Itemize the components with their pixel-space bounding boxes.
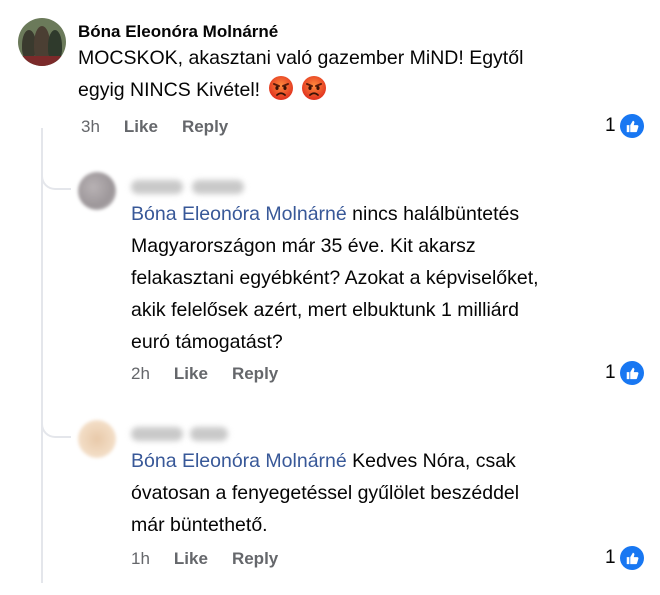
comment-actions: 2h Like Reply: [131, 364, 278, 384]
comment-line: már büntethető.: [131, 514, 268, 536]
reaction-count: 1: [605, 547, 616, 568]
thread-line: [41, 128, 43, 583]
comment-line: egyig NINCS Kivétel!: [78, 74, 638, 106]
thread-branch: [41, 416, 71, 438]
comment-line: euró támogatást?: [131, 331, 283, 353]
mention-link[interactable]: Bóna Eleonóra Molnárné: [131, 203, 347, 225]
reply-button[interactable]: Reply: [232, 549, 278, 569]
comment-line-text: nincs halálbüntetés: [346, 203, 520, 225]
comment-line: akik felelősek azért, mert elbuktunk 1 m…: [131, 299, 519, 321]
comment-body: Bóna Eleonóra Molnárné Kedves Nóra, csak…: [131, 445, 641, 541]
thread-branch: [41, 168, 71, 190]
avatar[interactable]: [78, 420, 116, 458]
comment-timestamp[interactable]: 2h: [131, 364, 150, 384]
comment-line: óvatosan a fenyegetéssel gyűlölet beszéd…: [131, 482, 520, 504]
reply-button[interactable]: Reply: [182, 117, 228, 137]
reaction-count: 1: [605, 115, 616, 136]
comment-body: Bóna Eleonóra Molnárné nincs halálbüntet…: [131, 198, 641, 358]
reaction-count: 1: [605, 362, 616, 383]
comment-actions: 1h Like Reply: [131, 549, 278, 569]
like-thumb-icon: [619, 361, 644, 385]
comment-line-text: Kedves Nóra, csak: [346, 450, 516, 472]
comment-timestamp[interactable]: 1h: [131, 549, 150, 569]
like-thumb-icon: [619, 114, 644, 138]
comment-author[interactable]: Bóna Eleonóra Molnárné: [78, 22, 278, 42]
blurred-author-name: [192, 180, 244, 194]
reaction-summary[interactable]: 1: [605, 361, 644, 385]
blurred-author-name: [131, 427, 183, 441]
comment-line-text: egyig NINCS Kivétel!: [78, 79, 261, 101]
angry-face-emoji: [268, 76, 293, 100]
angry-face-emoji: [301, 76, 326, 100]
like-button[interactable]: Like: [124, 117, 158, 137]
reaction-summary[interactable]: 1: [605, 114, 644, 138]
blurred-author-name: [190, 427, 228, 441]
comment-line: Bóna Eleonóra Molnárné Kedves Nóra, csak: [131, 445, 641, 477]
comment-line: MOCSKOK, akasztani való gazember MiND! E…: [78, 47, 524, 69]
comment-line: felakasztani egyébként? Azokat a képvise…: [131, 267, 539, 289]
comment-body: MOCSKOK, akasztani való gazember MiND! E…: [78, 42, 638, 106]
comment-line: Bóna Eleonóra Molnárné nincs halálbüntet…: [131, 198, 641, 230]
mention-link[interactable]: Bóna Eleonóra Molnárné: [131, 450, 347, 472]
reaction-summary[interactable]: 1: [605, 546, 644, 570]
comment-line: Magyarországon már 35 éve. Kit akarsz: [131, 235, 476, 257]
reply-button[interactable]: Reply: [232, 364, 278, 384]
avatar[interactable]: [18, 18, 66, 66]
comment-actions: 3h Like Reply: [81, 117, 228, 137]
like-thumb-icon: [619, 546, 644, 570]
blurred-author-name: [131, 180, 183, 194]
comment-timestamp[interactable]: 3h: [81, 117, 100, 137]
avatar[interactable]: [78, 172, 116, 210]
like-button[interactable]: Like: [174, 364, 208, 384]
like-button[interactable]: Like: [174, 549, 208, 569]
